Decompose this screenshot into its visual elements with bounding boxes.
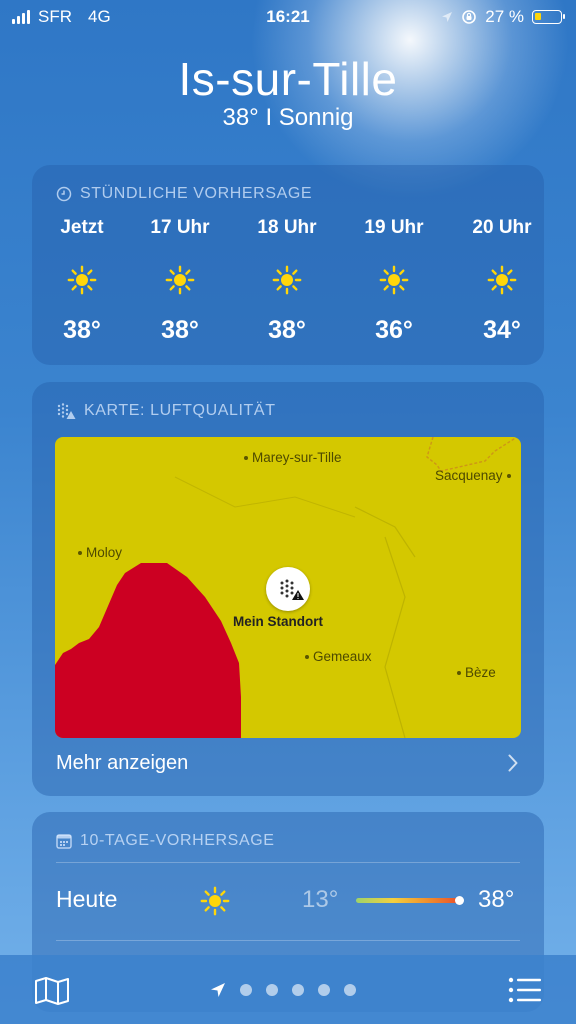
bottom-toolbar xyxy=(0,955,576,1024)
hourly-item: 17 Uhr 38° xyxy=(130,217,230,345)
calendar-icon xyxy=(56,834,72,849)
hourly-header: STÜNDLICHE VORHERSAGE xyxy=(56,185,312,203)
rotation-lock-icon xyxy=(462,10,477,24)
air-quality-title: KARTE: LUFTQUALITÄT xyxy=(84,402,276,419)
hour-label: 20 Uhr xyxy=(472,217,532,238)
location-pin-label: Mein Standort xyxy=(233,614,323,629)
sun-icon xyxy=(200,886,230,916)
map-place-dot xyxy=(78,550,82,555)
map-place: Gemeaux xyxy=(305,649,372,664)
hour-temp: 38° xyxy=(161,316,199,344)
clock-icon xyxy=(56,186,72,202)
hour-label: 17 Uhr xyxy=(150,217,210,238)
map-place: Bèze xyxy=(457,665,496,680)
battery-icon xyxy=(532,10,565,24)
map-place-dot xyxy=(506,473,511,478)
air-quality-icon xyxy=(57,403,76,419)
air-quality-pin-icon xyxy=(280,579,304,600)
temperature-range-bar xyxy=(356,896,464,905)
hourly-title: STÜNDLICHE VORHERSAGE xyxy=(80,185,313,202)
page-dot[interactable] xyxy=(266,984,278,996)
map-place-label: Marey-sur-Tille xyxy=(252,450,342,465)
location-arrow-icon[interactable] xyxy=(210,982,226,998)
sun-icon xyxy=(272,265,302,295)
city-name: Is-sur-Tille xyxy=(178,53,398,105)
map-place-label: Moloy xyxy=(86,545,123,560)
hour-temp: 38° xyxy=(63,316,101,344)
page-dot[interactable] xyxy=(240,984,252,996)
map-place-label: Gemeaux xyxy=(313,649,372,664)
air-quality-header: KARTE: LUFTQUALITÄT xyxy=(56,402,276,420)
map-place-dot xyxy=(457,670,461,675)
page-dot[interactable] xyxy=(344,984,356,996)
sun-icon xyxy=(487,265,517,295)
location-arrow-icon xyxy=(442,12,453,22)
list-icon[interactable] xyxy=(508,977,542,1003)
map-place-dot xyxy=(305,654,309,659)
status-bar: SFR 4G 16:21 27 % xyxy=(0,0,576,34)
high-temp: 38° xyxy=(478,886,515,913)
location-pin[interactable] xyxy=(266,567,310,611)
sun-icon xyxy=(67,265,97,295)
map-place: Sacquenay xyxy=(435,468,511,483)
hour-label: 18 Uhr xyxy=(257,217,317,238)
hour-label: Jetzt xyxy=(60,217,104,238)
divider xyxy=(56,862,520,863)
map-icon[interactable] xyxy=(34,976,70,1006)
map-place-label: Bèze xyxy=(465,665,496,680)
page-indicator[interactable] xyxy=(210,982,356,998)
map-place-dot xyxy=(244,455,248,460)
air-quality-card[interactable]: KARTE: LUFTQUALITÄT Marey-sur-Tille Sacq… xyxy=(32,382,544,796)
current-summary: 38° I Sonnig xyxy=(222,104,354,131)
hourly-item: Jetzt 38° xyxy=(32,217,132,345)
chevron-right-icon[interactable] xyxy=(508,754,518,772)
sun-icon xyxy=(379,265,409,295)
map-place: Marey-sur-Tille xyxy=(244,450,342,465)
low-temp: 13° xyxy=(302,886,339,913)
hourly-item: 20 Uhr 34° xyxy=(452,217,552,345)
page-dot[interactable] xyxy=(292,984,304,996)
map-place-label: Sacquenay xyxy=(435,468,503,483)
sun-icon xyxy=(165,265,195,295)
hourly-item: 18 Uhr 38° xyxy=(237,217,337,345)
page-dot[interactable] xyxy=(318,984,330,996)
hour-temp: 36° xyxy=(375,316,413,344)
divider xyxy=(56,940,520,941)
ten-day-title: 10-TAGE-VORHERSAGE xyxy=(80,832,275,849)
ten-day-header: 10-TAGE-VORHERSAGE xyxy=(56,832,275,850)
air-quality-map[interactable]: Marey-sur-Tille Sacquenay Moloy Gemeaux … xyxy=(55,437,521,738)
current-temp-dot xyxy=(455,896,464,905)
hourly-item: 19 Uhr 36° xyxy=(344,217,444,345)
hour-temp: 38° xyxy=(268,316,306,344)
battery-percent: 27 % xyxy=(485,7,524,26)
hourly-forecast-card[interactable]: STÜNDLICHE VORHERSAGE Jetzt 38° 17 Uhr 38… xyxy=(32,165,544,365)
hour-temp: 34° xyxy=(483,316,521,344)
map-place: Moloy xyxy=(78,545,122,560)
day-label: Heute xyxy=(56,886,118,912)
hour-label: 19 Uhr xyxy=(364,217,424,238)
show-more-link[interactable]: Mehr anzeigen xyxy=(56,752,188,775)
